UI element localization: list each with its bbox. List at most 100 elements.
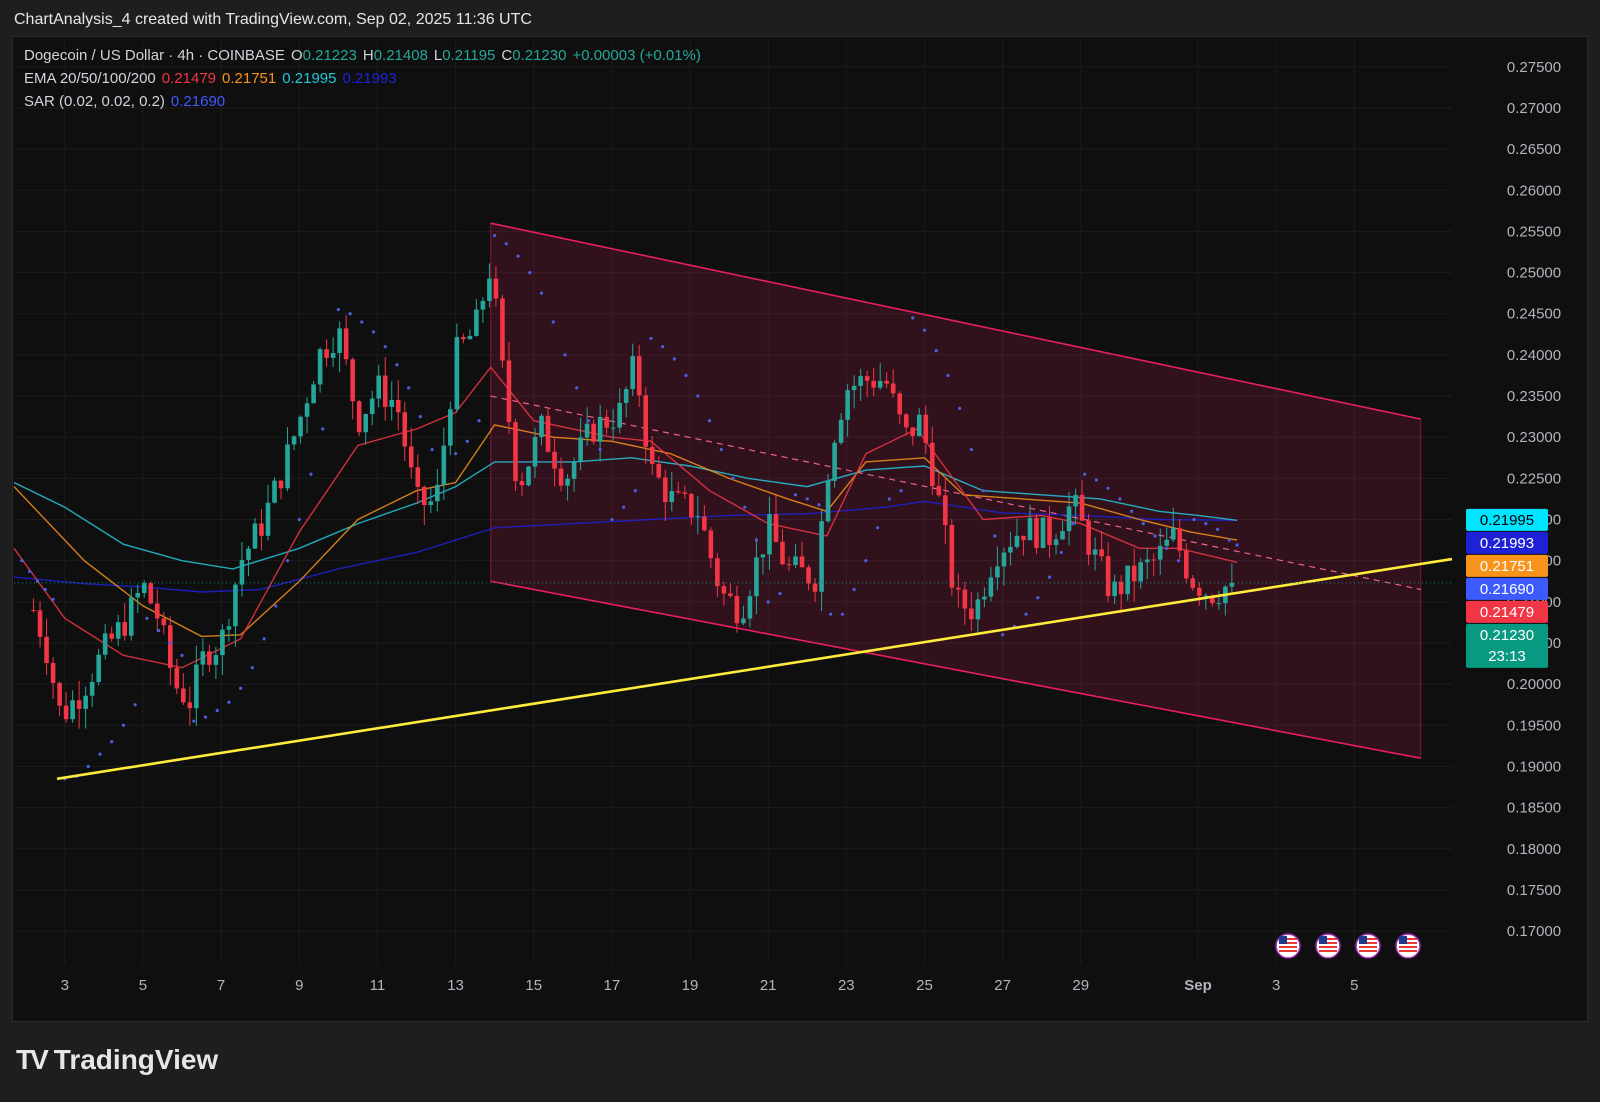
candle-body [181,688,186,703]
candle-body [864,376,870,381]
sar-dot [539,291,544,295]
flag-stripe [1359,950,1377,952]
candle-body [871,380,876,388]
sar-dot [1106,486,1110,490]
sar-dot [778,592,782,596]
price-tick-label: 0.23500 [1507,388,1561,405]
tradingview-logo-icon: TV [16,1044,49,1075]
sar-dot [133,703,137,707]
candle-body [272,480,277,503]
sar-dot [684,373,688,378]
candle-body [1131,565,1137,582]
sar-dot [958,406,962,410]
descending-channel[interactable] [490,222,1422,760]
candle-body [760,554,766,558]
legend-sar-row[interactable]: SAR (0.02, 0.02, 0.2) 0.21690 [24,93,231,110]
candle-body [962,589,968,609]
tradingview-logo[interactable]: TV TradingView [16,1044,218,1076]
sar-dot [766,600,770,604]
candle-body [461,337,466,340]
sar-dot [1118,497,1122,501]
flag-stripe [1319,950,1337,952]
sar-dot [661,345,665,349]
candle-body [44,636,49,664]
candle-body [148,583,154,604]
candle-body [526,466,531,486]
flag-stripe [1359,946,1377,948]
sar-dot [719,447,723,452]
sar-dot [899,489,903,493]
sar-dot [1071,522,1075,526]
sar-dot [395,363,399,367]
candle-body [890,383,896,394]
candle-body [897,393,903,415]
sar-dot [586,419,591,423]
sar-dot [1047,575,1052,579]
candle-body [441,445,447,485]
low-label: L [433,47,443,64]
price-tick-label: 0.17000 [1507,923,1561,940]
candle-body [1099,549,1104,557]
candle-body [877,380,883,388]
sar-dot [817,503,821,507]
candle-body [604,416,609,428]
ema200-value: 0.21993 [342,70,397,87]
price-label-text: 0.21230 [1480,627,1534,644]
sar-dot [360,320,364,324]
candle-body [428,501,434,506]
sar-dot [621,505,626,509]
candle-body [754,557,759,597]
candle-body [421,486,427,506]
time-axis[interactable]: 3 5 7 9 11 13 15 17 19 21 23 25 27 29 Sep 3 5 [61,977,1359,994]
candle-body [936,486,942,496]
candle-body [1164,539,1170,546]
candle-body [369,398,375,415]
sar-dot [215,708,219,713]
sar-dot [192,719,196,723]
sar-dot [1176,559,1181,563]
candle-body [610,427,616,429]
time-tick-label: 3 [61,977,69,994]
sar-dot [1036,596,1040,600]
sar-dot [707,419,712,423]
sar-dot [528,270,532,275]
price-tick-label: 0.26500 [1507,141,1561,158]
candle-body [317,349,323,385]
close-value: 0.21230 [512,47,567,64]
sar-dot [934,349,938,353]
candle-body [558,468,564,486]
candle-body [708,530,714,559]
sar-dot [993,534,997,538]
legend-ema-row[interactable]: EMA 20/50/100/200 0.21479 0.21751 0.21995 0.… [24,70,403,87]
candle-body [956,587,961,590]
candle-body [356,401,362,433]
candle-body [480,300,486,310]
price-tick-label: 0.19500 [1507,717,1561,734]
candle-body [1144,559,1150,563]
sar-dot [1235,543,1239,547]
ema20-value: 0.21479 [161,70,217,87]
candle-body [929,442,935,487]
candle-body [630,356,636,390]
price-axis[interactable]: 0.27500 0.27000 0.26500 0.26000 0.25500 0.250… [1507,59,1561,940]
sar-dot [168,641,172,645]
sar-dot [20,559,24,563]
symbol-title[interactable]: Dogecoin / US Dollar · 4h · COINBASE [24,47,285,64]
candle-body [50,663,56,683]
sar-dot [121,723,126,727]
price-chart[interactable]: 0.27500 0.27000 0.26500 0.26000 0.25500 0.250… [12,36,1588,1022]
candle-body [636,356,642,396]
sar-dot [875,526,880,530]
event-markers[interactable] [1275,933,1421,959]
candle-body [194,664,199,709]
sar-dot [864,559,868,563]
candle-body [571,462,577,479]
price-label-countdown: 23:13 [1488,648,1526,665]
candle-body [806,567,811,584]
sar-dot [1001,633,1005,637]
candle-body [298,416,303,437]
price-tick-label: 0.25500 [1507,223,1561,240]
candle-body [285,444,290,489]
candle-body [617,402,622,428]
ema50-value: 0.21751 [222,70,277,87]
